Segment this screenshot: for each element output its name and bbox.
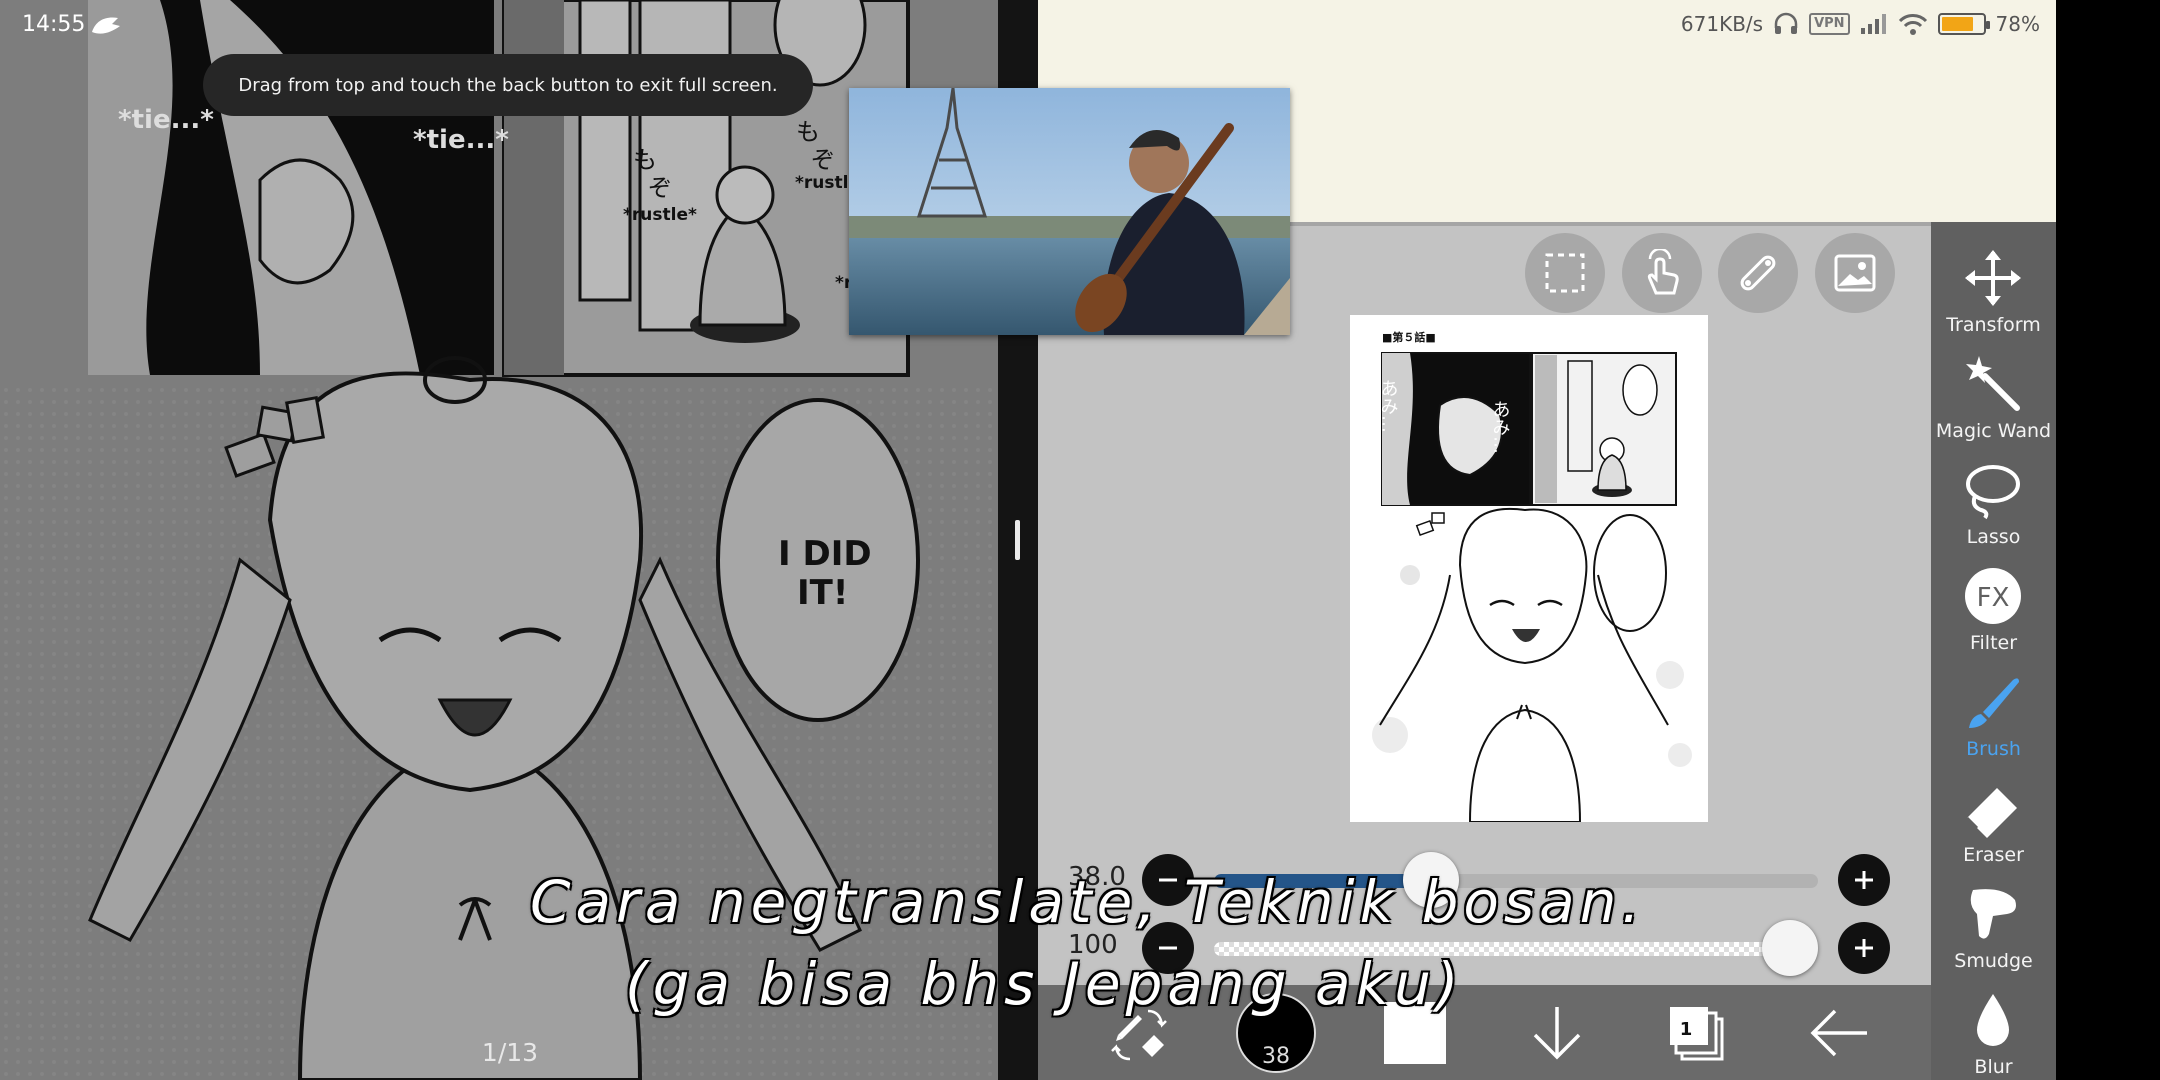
manga-sfx-text: *tie...* [413,125,509,155]
tool-magic-wand[interactable]: Magic Wand [1931,348,2056,452]
tool-label: Filter [1969,632,2018,654]
svg-text:FX: FX [1977,583,2010,613]
download-button[interactable] [1522,993,1592,1073]
wifi-icon [1898,14,1927,35]
image-tool-button[interactable] [1815,233,1895,313]
tool-label: Brush [1966,738,2021,760]
tool-lasso[interactable]: Lasso [1931,454,2056,558]
smudge-icon [1970,889,2016,939]
tool-transform[interactable]: Transform [1931,242,2056,346]
tool-brush[interactable]: Brush [1931,666,2056,770]
plus-icon [1855,939,1873,957]
artwork-image: ■第５話■ あみ… あみ… [1350,315,1708,822]
tool-eraser[interactable]: Eraser [1931,772,2056,876]
opacity-knob[interactable] [1762,920,1818,976]
down-arrow-icon [1533,1007,1581,1060]
tool-label: Smudge [1954,950,2033,972]
tool-blur[interactable]: Blur [1931,984,2056,1080]
tool-filter[interactable]: FX Filter [1931,560,2056,664]
speech-bubble-text: I DID [778,534,872,574]
subtitle-line-1: Cara negtranslate, Teknik bosan. [530,868,1645,936]
speech-bubble-text: IT! [797,573,848,613]
page-indicator: 1/13 [481,1038,539,1067]
video-frame [849,88,1290,335]
select-tool-icon [1545,253,1585,293]
back-button[interactable] [1804,993,1874,1073]
ruler-tool-icon [1740,255,1776,291]
network-speed: 671KB/s [1680,12,1764,36]
manga-jp-sfx: ぞ [811,146,835,174]
manga-sfx-text: *tie...* [118,105,214,135]
screen-edge [2056,0,2160,1080]
eraser-icon [1965,788,2017,838]
blur-drop-icon [1977,994,2009,1046]
brush-icon [1969,678,2019,728]
tool-panel: Transform Magic Wand Lasso FX Filter Bru… [1931,222,2056,1080]
tool-smudge[interactable]: Smudge [1931,878,2056,982]
layers-button[interactable]: 1 [1662,993,1732,1073]
artwork-jp-text: あみ… [1490,400,1511,454]
manga-sfx-text: *rustle* [623,205,697,225]
status-time: 14:55 [22,12,86,37]
battery-percent: 78% [1995,12,2040,36]
divider-handle[interactable] [1015,520,1020,560]
manga-jp-sfx: も [796,118,820,146]
signal-icon [1860,14,1886,34]
fx-icon: FX [1965,568,2021,624]
floating-video-player[interactable] [849,88,1290,335]
manga-jp-sfx: ぞ [648,174,672,202]
image-tool-icon [1834,254,1876,292]
artwork-canvas[interactable]: ■第５話■ あみ… あみ… [1350,315,1708,822]
headphones-icon [1774,12,1798,34]
plus-icon [1855,871,1873,889]
brush-size-label: 38 [1262,1044,1290,1069]
tool-label: Transform [1946,314,2041,336]
tool-label: Blur [1974,1056,2013,1078]
tool-label: Magic Wand [1935,420,2052,442]
artwork-chapter-label: ■第５話■ [1382,330,1436,344]
manga-jp-sfx: も [633,146,657,174]
artwork-jp-text: あみ… [1378,379,1399,433]
transform-icon [1965,250,2021,306]
status-bar-right: 671KB/s VPN 78% [1681,12,2040,36]
layer-count: 1 [1679,1019,1693,1040]
lasso-icon [1966,465,2020,520]
tool-label: Eraser [1963,844,2024,866]
subtitle-line-2: (ga bisa bhs Jepang aku) [625,950,1464,1018]
gesture-tool-button[interactable] [1622,233,1702,313]
fullscreen-toast: Drag from top and touch the back button … [203,54,813,116]
brush-size-increase-button[interactable] [1838,854,1890,906]
vpn-badge: VPN [1809,13,1850,35]
undo-arrow-icon [1810,1009,1867,1057]
gesture-tool-icon [1647,249,1679,295]
select-tool-button[interactable] [1525,233,1605,313]
opacity-increase-button[interactable] [1838,922,1890,974]
magic-wand-icon [1966,356,2020,411]
tool-label: Lasso [1966,526,2021,548]
ruler-tool-button[interactable] [1718,233,1798,313]
battery-icon [1937,13,1990,35]
app-notification-icon [92,17,120,34]
layers-icon: 1 [1668,1005,1726,1061]
